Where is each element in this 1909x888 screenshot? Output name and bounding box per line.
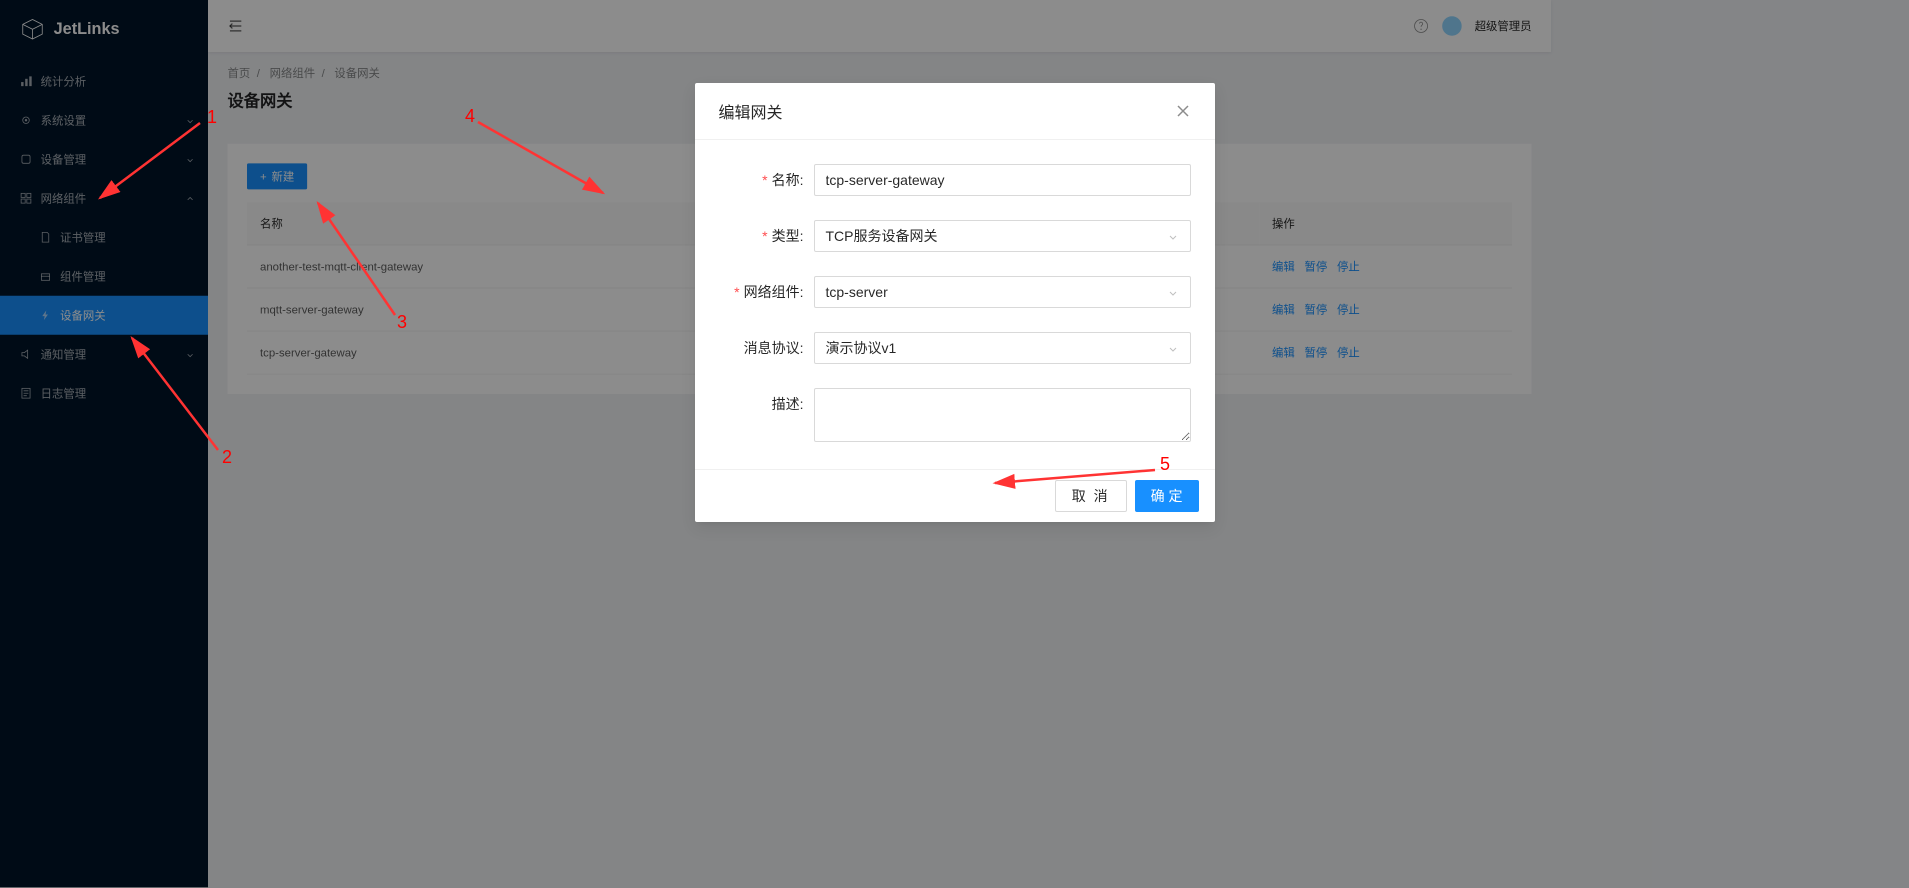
ok-button[interactable]: 确 定 (1135, 480, 1199, 512)
label-type: 类型 (772, 228, 800, 244)
type-select[interactable]: TCP服务设备网关 (814, 220, 1191, 252)
modal-title: 编辑网关 (719, 99, 783, 123)
label-comp: 网络组件 (744, 284, 800, 300)
type-value: TCP服务设备网关 (826, 226, 938, 246)
modal-header: 编辑网关 (695, 83, 1215, 140)
cancel-button[interactable]: 取 消 (1055, 480, 1127, 512)
label-desc: 描述 (772, 396, 800, 412)
comp-value: tcp-server (826, 284, 888, 300)
chevron-down-icon (1167, 342, 1179, 354)
protocol-value: 演示协议v1 (826, 338, 897, 358)
chevron-down-icon (1167, 230, 1179, 242)
chevron-down-icon (1167, 286, 1179, 298)
label-protocol: 消息协议 (744, 340, 800, 356)
name-input[interactable] (814, 164, 1191, 196)
protocol-select[interactable]: 演示协议v1 (814, 332, 1191, 364)
close-icon[interactable] (1175, 103, 1191, 119)
desc-textarea[interactable] (814, 388, 1191, 442)
edit-gateway-modal: 编辑网关 *名称: *类型: TCP服务设备网关 *网络组件: tcp-serv… (695, 83, 1215, 522)
modal-body: *名称: *类型: TCP服务设备网关 *网络组件: tcp-server 消 (695, 140, 1215, 469)
modal-footer: 取 消 确 定 (695, 469, 1215, 522)
label-name: 名称 (772, 172, 800, 188)
comp-select[interactable]: tcp-server (814, 276, 1191, 308)
